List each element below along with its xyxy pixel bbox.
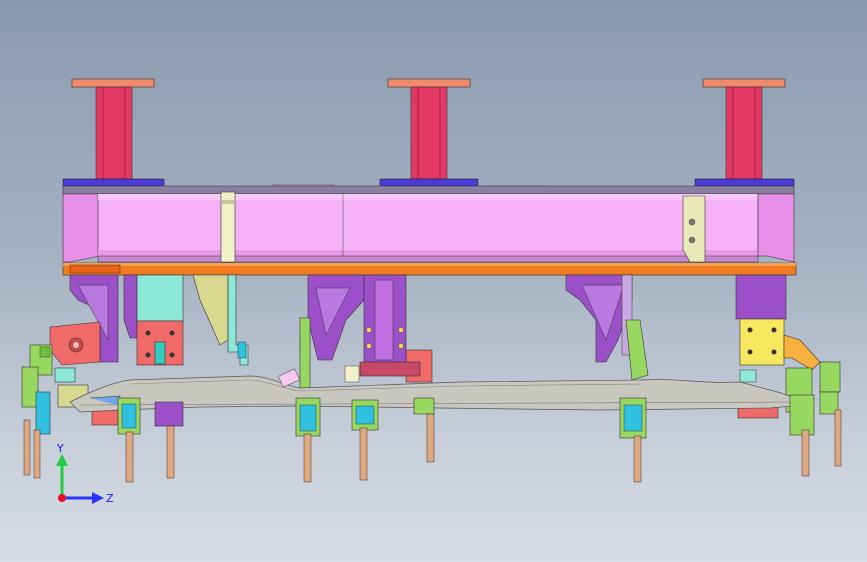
base-plate[interactable] [62, 262, 797, 276]
post-middle[interactable] [387, 78, 471, 180]
coordinate-triad: Y Z [56, 442, 114, 505]
bracket-middle[interactable] [299, 274, 433, 399]
origin-icon [58, 494, 66, 502]
post-right[interactable] [702, 78, 786, 180]
bracket-right-middle[interactable] [565, 274, 649, 381]
cad-viewport[interactable]: Y Z [0, 0, 867, 562]
locating-pins[interactable] [23, 409, 842, 483]
z-axis-label: Z [106, 492, 114, 505]
main-beam[interactable] [62, 185, 795, 263]
post-left[interactable] [71, 78, 155, 180]
fixture-model[interactable] [0, 0, 867, 562]
y-axis-label: Y [56, 442, 64, 455]
